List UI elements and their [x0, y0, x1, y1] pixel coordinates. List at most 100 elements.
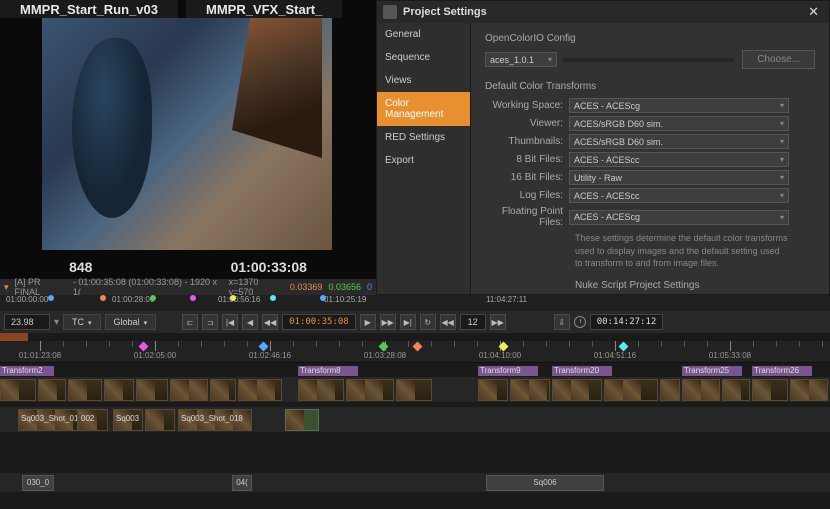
viewer-value-b: 0 — [367, 282, 372, 292]
nuke-section-title: Nuke Script Project Settings — [575, 280, 815, 291]
project-settings-panel: Project Settings ✕ General Sequence View… — [376, 0, 830, 295]
audio-clip[interactable]: Sq006 — [486, 475, 604, 491]
timeline-clip[interactable] — [170, 379, 208, 401]
timeline-clip[interactable] — [145, 409, 175, 431]
marker-green-icon[interactable] — [150, 295, 156, 301]
color-transform-select-0[interactable]: ACES - ACEScg — [569, 98, 789, 113]
marker-cyan-icon[interactable] — [270, 295, 276, 301]
keyframe-diamond-icon[interactable] — [139, 342, 149, 352]
timeline-tick-label: 01:02:46:16 — [249, 351, 291, 360]
caret-down-icon[interactable]: ▾ — [4, 282, 9, 293]
timeline-clip[interactable] — [478, 379, 508, 401]
timeline-clip[interactable] — [136, 379, 168, 401]
timeline-clip[interactable] — [68, 379, 102, 401]
goto-start-button[interactable]: ⊏ — [182, 314, 198, 330]
audio-clip[interactable]: 04( — [232, 475, 252, 491]
ocio-slider[interactable] — [563, 58, 734, 62]
timeline-tick-label: 01:04:51:16 — [594, 351, 636, 360]
frames-field[interactable]: 12 — [460, 314, 486, 330]
sidebar-item-general[interactable]: General — [377, 23, 470, 46]
choose-button[interactable]: Choose... — [742, 50, 815, 69]
keyframe-diamond-icon[interactable] — [379, 342, 389, 352]
ruler-label: 01:00:56:16 — [218, 295, 260, 304]
timeline-tab[interactable] — [0, 333, 28, 341]
tc-dropdown[interactable]: TC — [63, 314, 101, 330]
form-label: Thumbnails: — [485, 136, 569, 147]
goto-end-button[interactable]: ⊐ — [202, 314, 218, 330]
close-icon[interactable]: ✕ — [804, 4, 823, 20]
marker-yellow-icon[interactable] — [230, 295, 236, 301]
viewer-tab-2[interactable]: MMPR_VFX_Start_ — [186, 0, 342, 18]
current-timecode[interactable]: 01:00:35:08 — [282, 314, 356, 330]
timeline-clip[interactable] — [682, 379, 720, 401]
keyframe-diamond-icon[interactable] — [619, 342, 629, 352]
sidebar-item-views[interactable]: Views — [377, 69, 470, 92]
viewer-info-bar: ▾ [A] PR FINAL - 01:00:35:08 (01:00:33:0… — [0, 279, 376, 295]
timeline-clip[interactable] — [510, 379, 550, 401]
timeline-clip[interactable] — [104, 379, 134, 401]
timeline-clip[interactable] — [722, 379, 750, 401]
transform-bar[interactable]: Transform2 — [0, 366, 54, 376]
color-transform-select-3[interactable]: ACES - ACEScc — [569, 152, 789, 167]
timeline-clip[interactable] — [298, 379, 344, 401]
timeline-clip[interactable] — [210, 379, 236, 401]
audio-track[interactable]: 030_0 04( Sq006 — [0, 473, 830, 493]
step-fwd-button[interactable]: ▶▶ — [380, 314, 396, 330]
timeline-clip[interactable] — [238, 379, 282, 401]
marker-orange-icon[interactable] — [100, 295, 106, 301]
color-transform-select-5[interactable]: ACES - ACEScc — [569, 188, 789, 203]
transform-bar[interactable]: Transform8 — [298, 366, 358, 376]
timeline-clip[interactable] — [285, 409, 319, 431]
timeline-clip[interactable]: Sq003_Shot_01 — [18, 409, 78, 431]
viewer-tab-1[interactable]: MMPR_Start_Run_v03 — [0, 0, 178, 18]
mini-timeline-ruler[interactable]: 01:00:00:0001:00:28:0601:00:56:1601:10:2… — [0, 295, 830, 311]
skip-start-button[interactable]: |◀ — [222, 314, 238, 330]
marker-pink-icon[interactable] — [190, 295, 196, 301]
transform-bar[interactable]: Transform9 — [478, 366, 538, 376]
prev-key-button[interactable]: ◀◀ — [440, 314, 456, 330]
download-icon[interactable]: ⇩ — [554, 314, 570, 330]
timeline-clip[interactable] — [604, 379, 658, 401]
timeline-clip[interactable] — [752, 379, 788, 401]
color-transform-select-1[interactable]: ACES/sRGB D60 sim. — [569, 116, 789, 131]
ocio-config-select[interactable]: aces_1.0.1 — [485, 52, 557, 67]
video-track-2[interactable]: Sq003_Shot_01002Sq003 Sq003_Shot_018 — [0, 407, 830, 433]
video-track-1[interactable]: Transform2Transform8Transform9Transform2… — [0, 377, 830, 403]
keyframe-diamond-icon[interactable] — [413, 342, 423, 352]
transform-bar[interactable]: Transform26 — [752, 366, 812, 376]
sidebar-item-red-settings[interactable]: RED Settings — [377, 126, 470, 149]
timeline-ruler[interactable]: 01:01:23:0801:02:05:0001:02:46:1601:03:2… — [0, 341, 830, 363]
timeline-clip[interactable]: Sq003 — [113, 409, 143, 431]
timeline-clip[interactable] — [552, 379, 602, 401]
marker-blue2-icon[interactable] — [320, 295, 326, 301]
sidebar-item-export[interactable]: Export — [377, 149, 470, 172]
loop-button[interactable]: ↻ — [420, 314, 436, 330]
color-transform-select-4[interactable]: Utility - Raw — [569, 170, 789, 185]
skip-end-button[interactable]: ▶| — [400, 314, 416, 330]
timeline-clip[interactable] — [38, 379, 66, 401]
color-transform-select-6[interactable]: ACES - ACEScg — [569, 210, 789, 225]
viewer-image[interactable] — [42, 18, 332, 250]
timeline-clip[interactable] — [790, 379, 828, 401]
timeline-clip[interactable]: Sq003_Shot_018 — [178, 409, 252, 431]
step-back-button[interactable]: ◀ — [242, 314, 258, 330]
play-button[interactable]: ▶ — [360, 314, 376, 330]
transform-bar[interactable]: Transform25 — [682, 366, 742, 376]
timeline-clip[interactable]: 002 — [78, 409, 108, 431]
timeline-clip[interactable] — [0, 379, 36, 401]
keyframe-diamond-icon[interactable] — [259, 342, 269, 352]
global-dropdown[interactable]: Global — [105, 314, 157, 330]
transform-bar[interactable]: Transform20 — [552, 366, 612, 376]
timeline-clip[interactable] — [396, 379, 432, 401]
timeline-clip[interactable] — [660, 379, 680, 401]
next-key-button[interactable]: ▶▶ — [490, 314, 506, 330]
audio-clip[interactable]: 030_0 — [22, 475, 54, 491]
play-back-button[interactable]: ◀◀ — [262, 314, 278, 330]
sidebar-item-sequence[interactable]: Sequence — [377, 46, 470, 69]
marker-blue-icon[interactable] — [48, 295, 54, 301]
fps-field[interactable]: 23.98 — [4, 314, 50, 330]
timeline-clip[interactable] — [346, 379, 394, 401]
sidebar-item-color-management[interactable]: Color Management — [377, 92, 470, 126]
caret-icon[interactable]: ▾ — [54, 317, 59, 328]
color-transform-select-2[interactable]: ACES/sRGB D60 sim. — [569, 134, 789, 149]
